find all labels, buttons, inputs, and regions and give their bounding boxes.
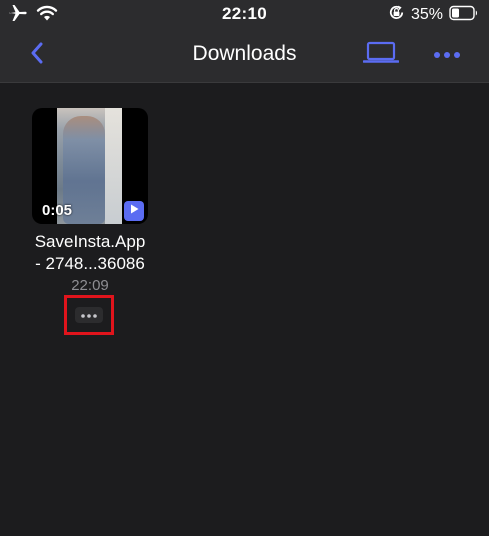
video-duration: 0:05 [42,202,73,219]
battery-percent: 35% [410,6,443,23]
thumbnail-background [105,108,122,224]
play-icon [128,202,140,220]
file-time: 22:09 [71,277,109,294]
file-more-button[interactable] [75,307,103,323]
status-right: 35% [388,4,479,26]
file-name-line-1: SaveInsta.App [34,232,146,251]
status-bar: 22:10 35% [0,0,489,28]
video-thumbnail[interactable]: 0:05 [32,108,148,224]
ellipsis-icon [80,306,98,324]
screen: 22:10 35% Downloads 0:05 SaveInsta.App -… [0,0,489,536]
navigation-bar: Downloads [0,28,489,83]
file-name-line-2: - 2748...36086 [35,254,145,273]
file-name[interactable]: SaveInsta.App - 2748...36086 [20,231,160,275]
page-title: Downloads [192,42,297,65]
more-options-button[interactable] [430,41,464,69]
laptop-icon [362,41,400,70]
orientation-lock-icon [388,4,405,26]
battery-icon [449,5,479,26]
computer-button[interactable] [362,41,400,69]
play-badge [124,201,144,221]
ellipsis-icon [433,46,461,64]
highlight-box [64,295,114,335]
